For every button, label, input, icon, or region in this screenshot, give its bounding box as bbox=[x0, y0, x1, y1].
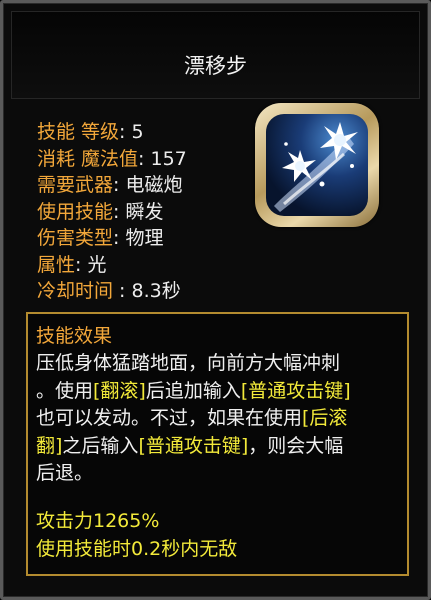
stat-row-element: 属性: 光 bbox=[37, 252, 187, 279]
stat-label: 技能 等级 bbox=[37, 121, 120, 143]
stat-value: 电磁炮 bbox=[119, 174, 183, 196]
stat-label: 使用技能 bbox=[37, 200, 114, 223]
stat-value: 瞬发 bbox=[119, 200, 164, 223]
stat-value: 光 bbox=[81, 253, 107, 276]
keyword-roll: [翻滚] bbox=[93, 379, 146, 402]
description-line: 翻]之后输入[普通攻击键]，则会大幅 bbox=[36, 433, 400, 461]
stat-label: 冷却时间 bbox=[37, 280, 120, 302]
description-segment: ，则会大幅 bbox=[248, 434, 344, 457]
stat-row-mana-cost: 消耗 魔法值: 157 bbox=[37, 146, 187, 173]
skill-tooltip: 漂移步 技能 等级: 5 消耗 魔法值: 157 需要武器: 电磁炮 使用技能:… bbox=[0, 0, 431, 600]
stat-row-damage-type: 伤害类型: 物理 bbox=[37, 225, 187, 252]
stat-value: 157 bbox=[144, 147, 187, 170]
description-segment: 也可以发动。不过，如果在使用 bbox=[36, 407, 303, 429]
description-segment: 压低身体猛踏地面，向前方大幅冲刺 bbox=[36, 352, 341, 374]
stat-label: 需要武器 bbox=[37, 174, 114, 196]
skill-stats: 技能 等级: 5 消耗 魔法值: 157 需要武器: 电磁炮 使用技能: 瞬发 … bbox=[37, 119, 187, 305]
stat-label: 属性 bbox=[37, 253, 76, 276]
description-heading: 技能效果 bbox=[36, 325, 113, 347]
skill-icon-frame bbox=[255, 103, 379, 227]
stat-label: 伤害类型 bbox=[37, 227, 114, 249]
description-segment: 后追加输入 bbox=[145, 379, 241, 402]
description-line: 后退。 bbox=[36, 460, 400, 488]
description-segment: 。使用 bbox=[36, 379, 94, 402]
effect-attack-power: 攻击力1265% bbox=[36, 510, 160, 532]
skill-description-box: 技能效果 压低身体猛踏地面，向前方大幅冲刺 。使用[翻滚]后追加输入[普通攻击键… bbox=[26, 312, 409, 576]
skill-name: 漂移步 bbox=[184, 54, 247, 78]
keyword-basic-attack: [普通攻击键] bbox=[138, 434, 249, 457]
description-segment: 之后输入 bbox=[62, 434, 139, 457]
stat-value: 5 bbox=[125, 121, 144, 143]
description-text: 压低身体猛踏地面，向前方大幅冲刺 。使用[翻滚]后追加输入[普通攻击键] 也可以… bbox=[36, 350, 400, 488]
title-bar: 漂移步 bbox=[11, 11, 420, 99]
effect-invincibility: 使用技能时0.2秒内无敌 bbox=[36, 538, 238, 560]
keyword-back-roll: 翻] bbox=[36, 434, 63, 457]
blue-spark-dash-icon bbox=[266, 114, 368, 216]
stat-value: 8.3秒 bbox=[125, 280, 181, 302]
description-line: 。使用[翻滚]后追加输入[普通攻击键] bbox=[36, 378, 400, 406]
stat-row-cooldown: 冷却时间 : 8.3秒 bbox=[37, 278, 187, 305]
stat-label: 消耗 魔法值 bbox=[37, 147, 139, 170]
stat-value: 物理 bbox=[119, 227, 164, 249]
spark-burst-graphic bbox=[274, 122, 358, 212]
keyword-basic-attack: [普通攻击键] bbox=[240, 379, 351, 402]
description-line: 压低身体猛踏地面，向前方大幅冲刺 bbox=[36, 350, 400, 378]
stat-row-cast-type: 使用技能: 瞬发 bbox=[37, 199, 187, 226]
stat-row-weapon: 需要武器: 电磁炮 bbox=[37, 172, 187, 199]
stat-row-level: 技能 等级: 5 bbox=[37, 119, 187, 146]
description-line: 也可以发动。不过，如果在使用[后滚 bbox=[36, 405, 400, 433]
description-segment: 后退。 bbox=[36, 462, 94, 484]
keyword-back-roll: [后滚 bbox=[302, 407, 348, 429]
